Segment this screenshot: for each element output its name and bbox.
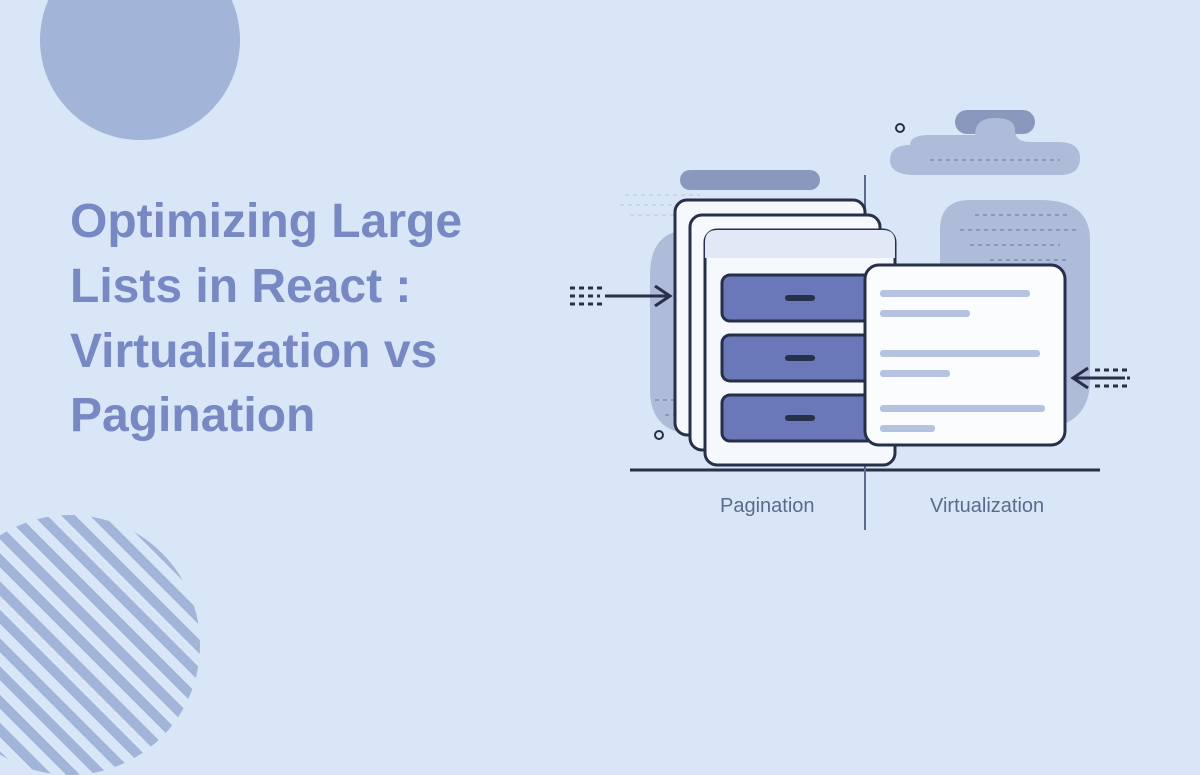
pagination-rows [722, 275, 878, 441]
label-virtualization: Virtualization [930, 495, 1044, 518]
pagination-stack [675, 200, 895, 465]
virtualization-card [865, 265, 1065, 445]
illustration-svg [570, 100, 1130, 540]
decorative-stripes-bottom [0, 515, 200, 775]
illustration-container: Pagination Virtualization [570, 100, 1130, 540]
decorative-circle [655, 431, 663, 439]
label-pagination: Pagination [720, 495, 815, 518]
page-title: Optimizing Large Lists in React : Virtua… [70, 190, 550, 449]
decorative-blob-top [40, 0, 240, 140]
decorative-circle [896, 124, 904, 132]
arrow-right-icon [1073, 368, 1130, 388]
